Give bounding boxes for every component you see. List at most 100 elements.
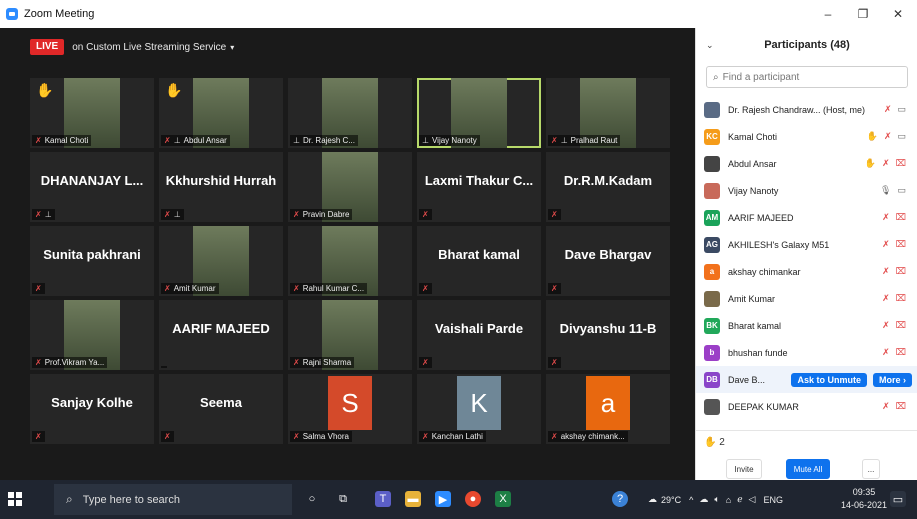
mic-muted-icon: ✗ xyxy=(164,210,171,219)
cortana-icon[interactable]: ○ xyxy=(304,491,320,507)
excel-icon[interactable]: X xyxy=(495,491,511,507)
chrome-icon[interactable]: ● xyxy=(465,491,481,507)
video-tile[interactable]: Vaishali Parde ✗ xyxy=(417,300,541,370)
video-tile[interactable]: Seema ✗ xyxy=(159,374,283,444)
video-tile[interactable]: ✋ ✗ Kamal Choti xyxy=(30,78,154,148)
participant-row[interactable]: Amit Kumar ✗ ⌧ xyxy=(696,285,917,312)
video-tile[interactable]: AARIF MAJEED xyxy=(159,300,283,370)
mic-muted-icon: ✗ xyxy=(35,210,42,219)
video-tile[interactable]: ✗ Amit Kumar xyxy=(159,226,283,296)
tile-label: ✗ Pravin Dabre xyxy=(290,209,353,220)
participant-name: akshay chimankar xyxy=(728,266,801,277)
participant-status: 🎙︎ ▭ xyxy=(880,177,906,204)
mic-muted-icon: ✗ xyxy=(883,131,892,141)
mic-muted-icon: ✗ xyxy=(882,158,890,168)
task-view-icon[interactable]: ⧉ xyxy=(335,491,351,507)
video-tile[interactable]: a ✗ akshay chimank... xyxy=(546,374,670,444)
help-icon[interactable]: ? xyxy=(612,491,628,507)
video-tile[interactable]: ✋ ✗ ⊥ Abdul Ansar xyxy=(159,78,283,148)
participant-row[interactable]: DB Dave B... Ask to Unmute More › xyxy=(696,366,917,393)
close-button[interactable]: ✕ xyxy=(880,0,916,28)
invite-button[interactable]: Invite xyxy=(726,459,762,479)
video-tile[interactable]: ✗ Rajni Sharma xyxy=(288,300,412,370)
minimize-button[interactable]: – xyxy=(810,0,846,28)
participant-row[interactable]: b bhushan funde ✗ ⌧ xyxy=(696,339,917,366)
participant-row[interactable]: Abdul Ansar ✋ ✗ ⌧ xyxy=(696,150,917,177)
more-options-button[interactable]: ... xyxy=(862,459,880,479)
zoom-taskbar-icon[interactable]: ▶ xyxy=(435,491,451,507)
tray-chevron-icon[interactable]: ^ xyxy=(689,495,693,505)
participant-name: AKHILESH's Galaxy M51 xyxy=(728,239,830,250)
teams-icon[interactable]: T xyxy=(375,491,391,507)
spotlight-icon: ⊥ xyxy=(173,210,181,219)
video-tile[interactable]: Bharat kamal ✗ xyxy=(417,226,541,296)
participant-row[interactable]: BK Bharat kamal ✗ ⌧ xyxy=(696,312,917,339)
tile-participant-name: Sanjay Kolhe xyxy=(51,394,133,410)
participant-row[interactable]: DEEPAK KUMAR ✗ ⌧ xyxy=(696,393,917,420)
raised-hand-icon: ✋ xyxy=(864,158,877,168)
tile-label: ✗ xyxy=(419,357,432,368)
more-button[interactable]: More › xyxy=(873,372,912,387)
video-tile[interactable]: ✗ Pravin Dabre xyxy=(288,152,412,222)
sound-icon[interactable]: ◁ xyxy=(749,494,756,505)
participant-row[interactable]: KC Kamal Choti ✋ ✗ ▭ xyxy=(696,123,917,150)
file-explorer-icon[interactable]: ▬ xyxy=(405,491,421,507)
video-tile[interactable]: Dave Bhargav ✗ xyxy=(546,226,670,296)
video-tile[interactable]: Kkhurshid Hurrah ✗ ⊥ xyxy=(159,152,283,222)
video-tile[interactable]: ⊥ Vijay Nanoty xyxy=(417,78,541,148)
ask-to-unmute-button[interactable]: Ask to Unmute xyxy=(791,372,867,387)
windows-start-button[interactable] xyxy=(8,492,22,506)
mic-muted-icon: ✗ xyxy=(551,136,558,145)
participant-row[interactable]: AM AARIF MAJEED ✗ ⌧ xyxy=(696,204,917,231)
video-tile[interactable]: ✗ Rahul Kumar C... xyxy=(288,226,412,296)
avatar xyxy=(704,290,720,307)
restore-button[interactable]: ❐ xyxy=(845,0,881,28)
participants-footer: ✋ 2 Invite Mute All ... xyxy=(696,430,917,480)
network-icon[interactable]: ⌂ xyxy=(726,495,731,505)
participant-list[interactable]: Dr. Rajesh Chandraw... (Host, me) ✗ ▭ KC Kam… xyxy=(696,96,917,430)
tile-label xyxy=(161,366,167,368)
taskbar-clock[interactable]: 09:35 14-06-2021 xyxy=(841,486,887,512)
participant-status: Ask to Unmute More › xyxy=(791,366,912,393)
video-tile[interactable]: S ✗ Salma Vhora xyxy=(288,374,412,444)
video-tile[interactable]: Sunita pakhrani ✗ xyxy=(30,226,154,296)
ime-icon[interactable]: ℯ xyxy=(737,494,742,505)
participant-name: AARIF MAJEED xyxy=(728,212,794,223)
chevron-down-icon[interactable]: ⌄ xyxy=(706,40,714,51)
live-stream-service[interactable]: on Custom Live Streaming Service ▾ xyxy=(72,42,234,53)
notification-icon[interactable]: ▭ xyxy=(890,491,906,507)
onedrive-icon[interactable]: ☁ xyxy=(699,494,708,505)
video-tile[interactable]: ⊥ Dr. Rajesh C... xyxy=(288,78,412,148)
video-tile[interactable]: Laxmi Thakur C... ✗ xyxy=(417,152,541,222)
video-tile[interactable]: Sanjay Kolhe ✗ xyxy=(30,374,154,444)
participant-row[interactable]: Vijay Nanoty 🎙︎ ▭ xyxy=(696,177,917,204)
volume-icon[interactable]: 🔈︎ xyxy=(714,494,719,505)
video-tile[interactable]: Dr.R.M.Kadam ✗ xyxy=(546,152,670,222)
video-tile[interactable]: ✗ ⊥ Pralhad Raut xyxy=(546,78,670,148)
video-tile[interactable]: K ✗ Kanchan Lathi xyxy=(417,374,541,444)
spotlight-icon: ⊥ xyxy=(44,210,52,219)
mic-muted-icon: ✗ xyxy=(293,284,300,293)
language-indicator[interactable]: ENG xyxy=(763,495,783,505)
weather-temp[interactable]: 29°C xyxy=(661,495,681,505)
participant-search-input[interactable]: ⌕ Find a participant xyxy=(706,66,908,88)
raised-hand-icon: ✋ xyxy=(165,82,183,98)
mute-all-button[interactable]: Mute All xyxy=(786,459,830,479)
tile-label-text: Vijay Nanoty xyxy=(431,136,477,145)
participant-row[interactable]: AG AKHILESH's Galaxy M51 ✗ ⌧ xyxy=(696,231,917,258)
video-tile[interactable]: ✗ Prof.Vikram Ya... xyxy=(30,300,154,370)
mic-muted-icon: ✗ xyxy=(293,210,300,219)
tile-label-text: akshay chimank... xyxy=(560,432,625,441)
video-gallery: LIVE on Custom Live Streaming Service ▾ ✋… xyxy=(0,28,695,480)
taskbar-search-box[interactable]: ⌕ Type here to search xyxy=(54,484,292,515)
participant-name: bhushan funde xyxy=(728,347,788,358)
mic-muted-icon: ✗ xyxy=(422,358,429,367)
video-tile[interactable]: DHANANJAY L... ✗ ⊥ xyxy=(30,152,154,222)
participant-row[interactable]: a akshay chimankar ✗ ⌧ xyxy=(696,258,917,285)
video-tile[interactable]: Divyanshu 11-B ✗ xyxy=(546,300,670,370)
raised-hand-icon: ✋ xyxy=(704,437,717,448)
live-stream-bar[interactable]: LIVE on Custom Live Streaming Service ▾ xyxy=(30,38,234,56)
participant-row[interactable]: Dr. Rajesh Chandraw... (Host, me) ✗ ▭ xyxy=(696,96,917,123)
participant-name: Kamal Choti xyxy=(728,131,778,142)
avatar: S xyxy=(328,376,372,430)
